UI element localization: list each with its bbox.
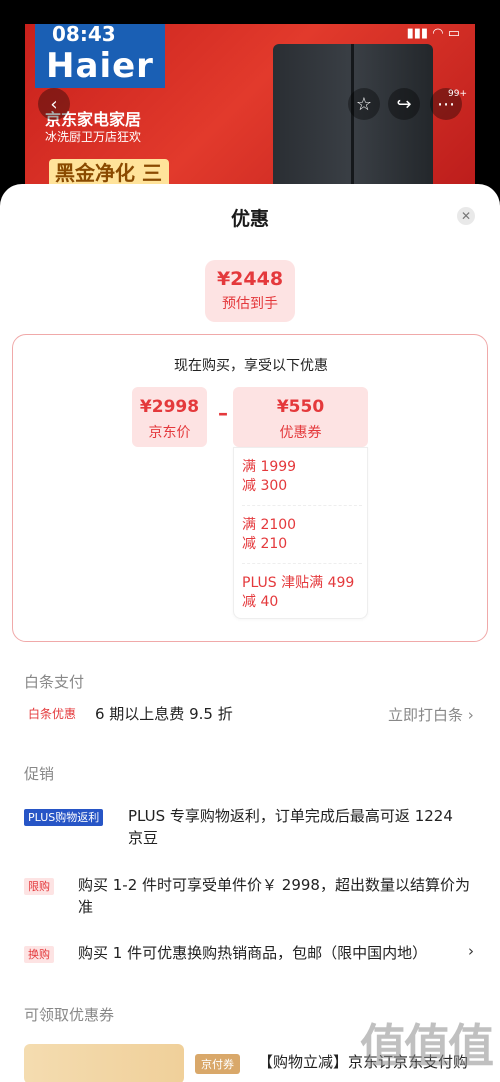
sheet-title: 优惠 bbox=[230, 208, 269, 230]
jd-price-label: 京东价 bbox=[148, 425, 191, 441]
status-time: 08:43 bbox=[52, 22, 116, 46]
minus-sign: – bbox=[218, 401, 228, 425]
coupon-breakdown: 满 1999 减 300 满 2100 减 210 PLUS 津贴满 499 减… bbox=[233, 447, 368, 619]
coupon-threshold: PLUS 津贴满 499 bbox=[242, 575, 355, 591]
estimate-box: ¥2448 预估到手 bbox=[205, 260, 295, 322]
coupon-threshold: 满 2100 bbox=[242, 517, 297, 533]
wifi-icon: ◠ bbox=[432, 26, 444, 41]
coupon-discount: 减 40 bbox=[242, 594, 279, 610]
jd-price-value: ¥2998 bbox=[139, 397, 200, 417]
estimate-label: 预估到手 bbox=[222, 296, 278, 312]
coupon-total-tile: ¥550 优惠券 bbox=[233, 387, 368, 447]
plus-rebate-tag: PLUS购物返利 bbox=[24, 809, 104, 826]
status-icons: ▮▮▮ ◠ ▭ bbox=[407, 26, 460, 41]
discount-sheet: 优惠 ✕ ¥2448 预估到手 现在购买，享受以下优惠 ¥2998 京东价 – … bbox=[0, 184, 500, 1082]
exchange-text[interactable]: 购买 1 件可优惠换购热销商品，包邮（限中国内地） bbox=[78, 942, 458, 964]
signal-icon: ▮▮▮ bbox=[406, 26, 429, 41]
coupon-total-value: ¥550 bbox=[276, 397, 325, 417]
notification-badge: 99+ bbox=[448, 89, 467, 99]
plus-rebate-text: PLUS 专享购物返利，订单完成后最高可返 1224 京豆 bbox=[128, 807, 453, 847]
battery-icon: ▭ bbox=[447, 26, 460, 41]
jingfu-coupon-tag: 京付券 bbox=[195, 1054, 240, 1074]
coupon-section-title: 可领取优惠券 bbox=[24, 1006, 115, 1024]
back-icon[interactable]: ‹ bbox=[38, 88, 70, 120]
baitiao-section-title: 白条支付 bbox=[24, 673, 85, 691]
coupon-discount: 减 300 bbox=[242, 478, 288, 494]
share-icon[interactable]: ↪ bbox=[388, 88, 420, 120]
coupon-item: 满 2100 减 210 bbox=[242, 516, 367, 554]
coupon-card[interactable] bbox=[24, 1044, 184, 1082]
coupon-item: 满 1999 减 300 bbox=[242, 458, 367, 496]
calculation-card: 现在购买，享受以下优惠 ¥2998 京东价 – ¥550 优惠券 满 1999 … bbox=[12, 334, 488, 642]
exchange-tag: 换购 bbox=[24, 946, 54, 963]
chevron-right-icon[interactable]: › bbox=[468, 942, 474, 960]
promo-section-title: 促销 bbox=[24, 765, 55, 783]
star-icon[interactable]: ☆ bbox=[348, 88, 380, 120]
baitiao-link[interactable]: 立即打白条 › bbox=[388, 704, 474, 725]
divider bbox=[242, 505, 362, 506]
promo-subtitle: 冰洗厨卫万店狂欢 bbox=[45, 130, 142, 144]
watermark-logo: 值值值 bbox=[360, 1019, 494, 1073]
coupon-discount: 减 210 bbox=[242, 536, 288, 552]
limit-tag: 限购 bbox=[24, 878, 54, 895]
baitiao-tag: 白条优惠 bbox=[28, 707, 77, 721]
coupon-item: PLUS 津贴满 499 减 40 bbox=[242, 574, 367, 612]
coupon-total-label: 优惠券 bbox=[279, 425, 322, 441]
jd-price-tile: ¥2998 京东价 bbox=[132, 387, 207, 447]
estimate-price: ¥2448 bbox=[216, 268, 284, 290]
coupon-threshold: 满 1999 bbox=[242, 459, 297, 475]
calculation-heading: 现在购买，享受以下优惠 bbox=[174, 358, 328, 374]
baitiao-text[interactable]: 6 期以上息费 9.5 折 bbox=[95, 703, 233, 725]
close-icon[interactable]: ✕ bbox=[457, 207, 475, 225]
limit-text: 购买 1-2 件时可享受单件价￥ 2998，超出数量以结算价为准 bbox=[78, 876, 470, 916]
divider bbox=[242, 563, 362, 564]
